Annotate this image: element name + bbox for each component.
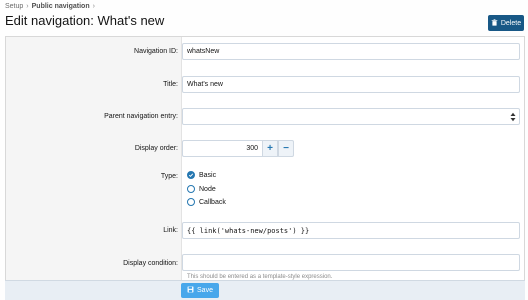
breadcrumb: Setup › Public navigation › (5, 3, 98, 10)
select-arrows-icon (510, 112, 516, 122)
type-radio-node-label: Node (199, 185, 216, 193)
save-button[interactable]: Save (181, 283, 219, 298)
radio-unchecked-icon (187, 198, 195, 206)
type-radio-basic-label: Basic (199, 171, 217, 179)
save-icon (187, 286, 194, 295)
parent-navigation-select[interactable] (182, 108, 520, 125)
title-input[interactable]: What's new (182, 76, 520, 93)
type-radio-callback[interactable]: Callback (187, 198, 226, 206)
save-button-label: Save (197, 287, 213, 294)
display-order-label: Display order: (134, 145, 178, 152)
parent-navigation-label: Parent navigation entry: (104, 113, 178, 120)
type-label: Type: (160, 173, 178, 180)
link-label: Link: (163, 227, 178, 234)
trash-icon (491, 18, 498, 28)
display-condition-input[interactable] (182, 254, 520, 271)
breadcrumb-setup[interactable]: Setup (5, 3, 23, 10)
type-radio-callback-label: Callback (199, 198, 226, 206)
display-condition-label: Display condition: (123, 260, 178, 267)
increment-button[interactable]: + (262, 140, 278, 157)
delete-button[interactable]: Delete (488, 15, 524, 31)
breadcrumb-public-navigation[interactable]: Public navigation (32, 3, 90, 10)
display-order-input[interactable]: 300 (182, 140, 262, 157)
breadcrumb-separator: › (92, 3, 95, 10)
breadcrumb-separator: › (26, 3, 29, 10)
check-icon (187, 171, 195, 179)
type-radio-basic[interactable]: Basic (187, 171, 216, 179)
page-title: Edit navigation: What's new (5, 13, 165, 28)
decrement-button[interactable]: − (278, 140, 294, 157)
navigation-id-label: Navigation ID: (134, 48, 178, 55)
delete-button-label: Delete (500, 19, 522, 27)
edit-navigation-form: Navigation ID: whatsNew Title: What's ne… (5, 36, 525, 300)
navigation-id-input[interactable]: whatsNew (182, 43, 520, 60)
link-input[interactable]: {{ link('whats-new/posts') }} (182, 222, 520, 239)
form-footer: Save (5, 280, 525, 300)
radio-unchecked-icon (187, 185, 195, 193)
type-radio-node[interactable]: Node (187, 185, 216, 193)
title-label: Title: (163, 81, 178, 88)
